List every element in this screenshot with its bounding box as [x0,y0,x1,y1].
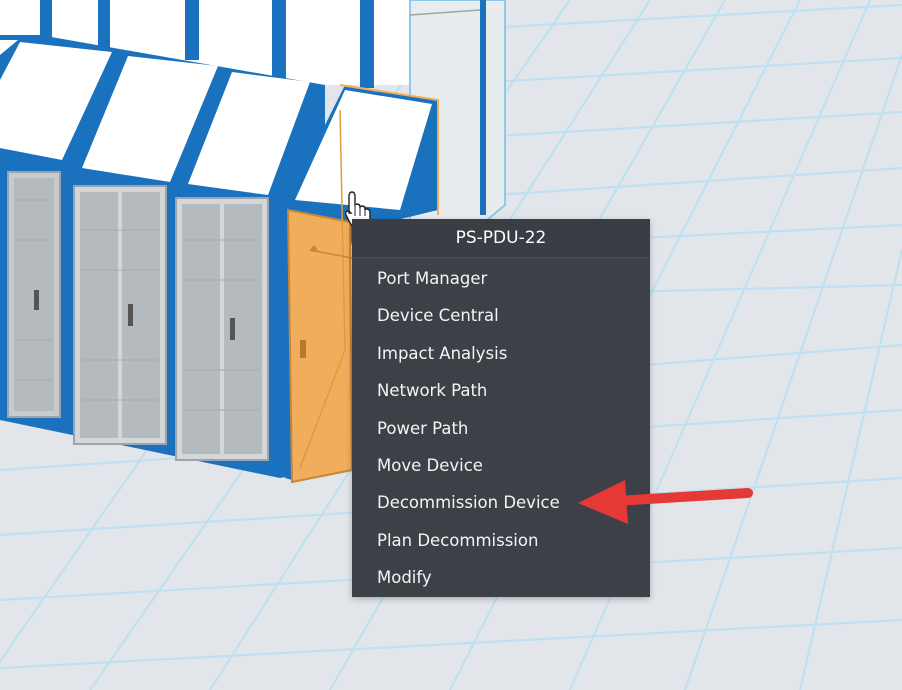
rack-door-2[interactable] [73,185,167,445]
menu-item-modify[interactable]: Modify [352,559,650,596]
front-rack-row[interactable] [0,35,325,478]
menu-item-plan-decommission[interactable]: Plan Decommission [352,522,650,559]
menu-item-impact-analysis[interactable]: Impact Analysis [352,335,650,372]
context-menu-list: Port Manager Device Central Impact Analy… [352,258,650,597]
context-menu-title: PS-PDU-22 [352,219,650,258]
device-context-menu[interactable]: PS-PDU-22 Port Manager Device Central Im… [352,219,650,597]
menu-item-decommission-device[interactable]: Decommission Device [352,484,650,521]
menu-item-port-manager[interactable]: Port Manager [352,260,650,297]
rack-door-3[interactable] [175,197,269,461]
menu-item-device-central[interactable]: Device Central [352,297,650,334]
menu-item-power-path[interactable]: Power Path [352,410,650,447]
menu-item-network-path[interactable]: Network Path [352,372,650,409]
menu-item-move-device[interactable]: Move Device [352,447,650,484]
